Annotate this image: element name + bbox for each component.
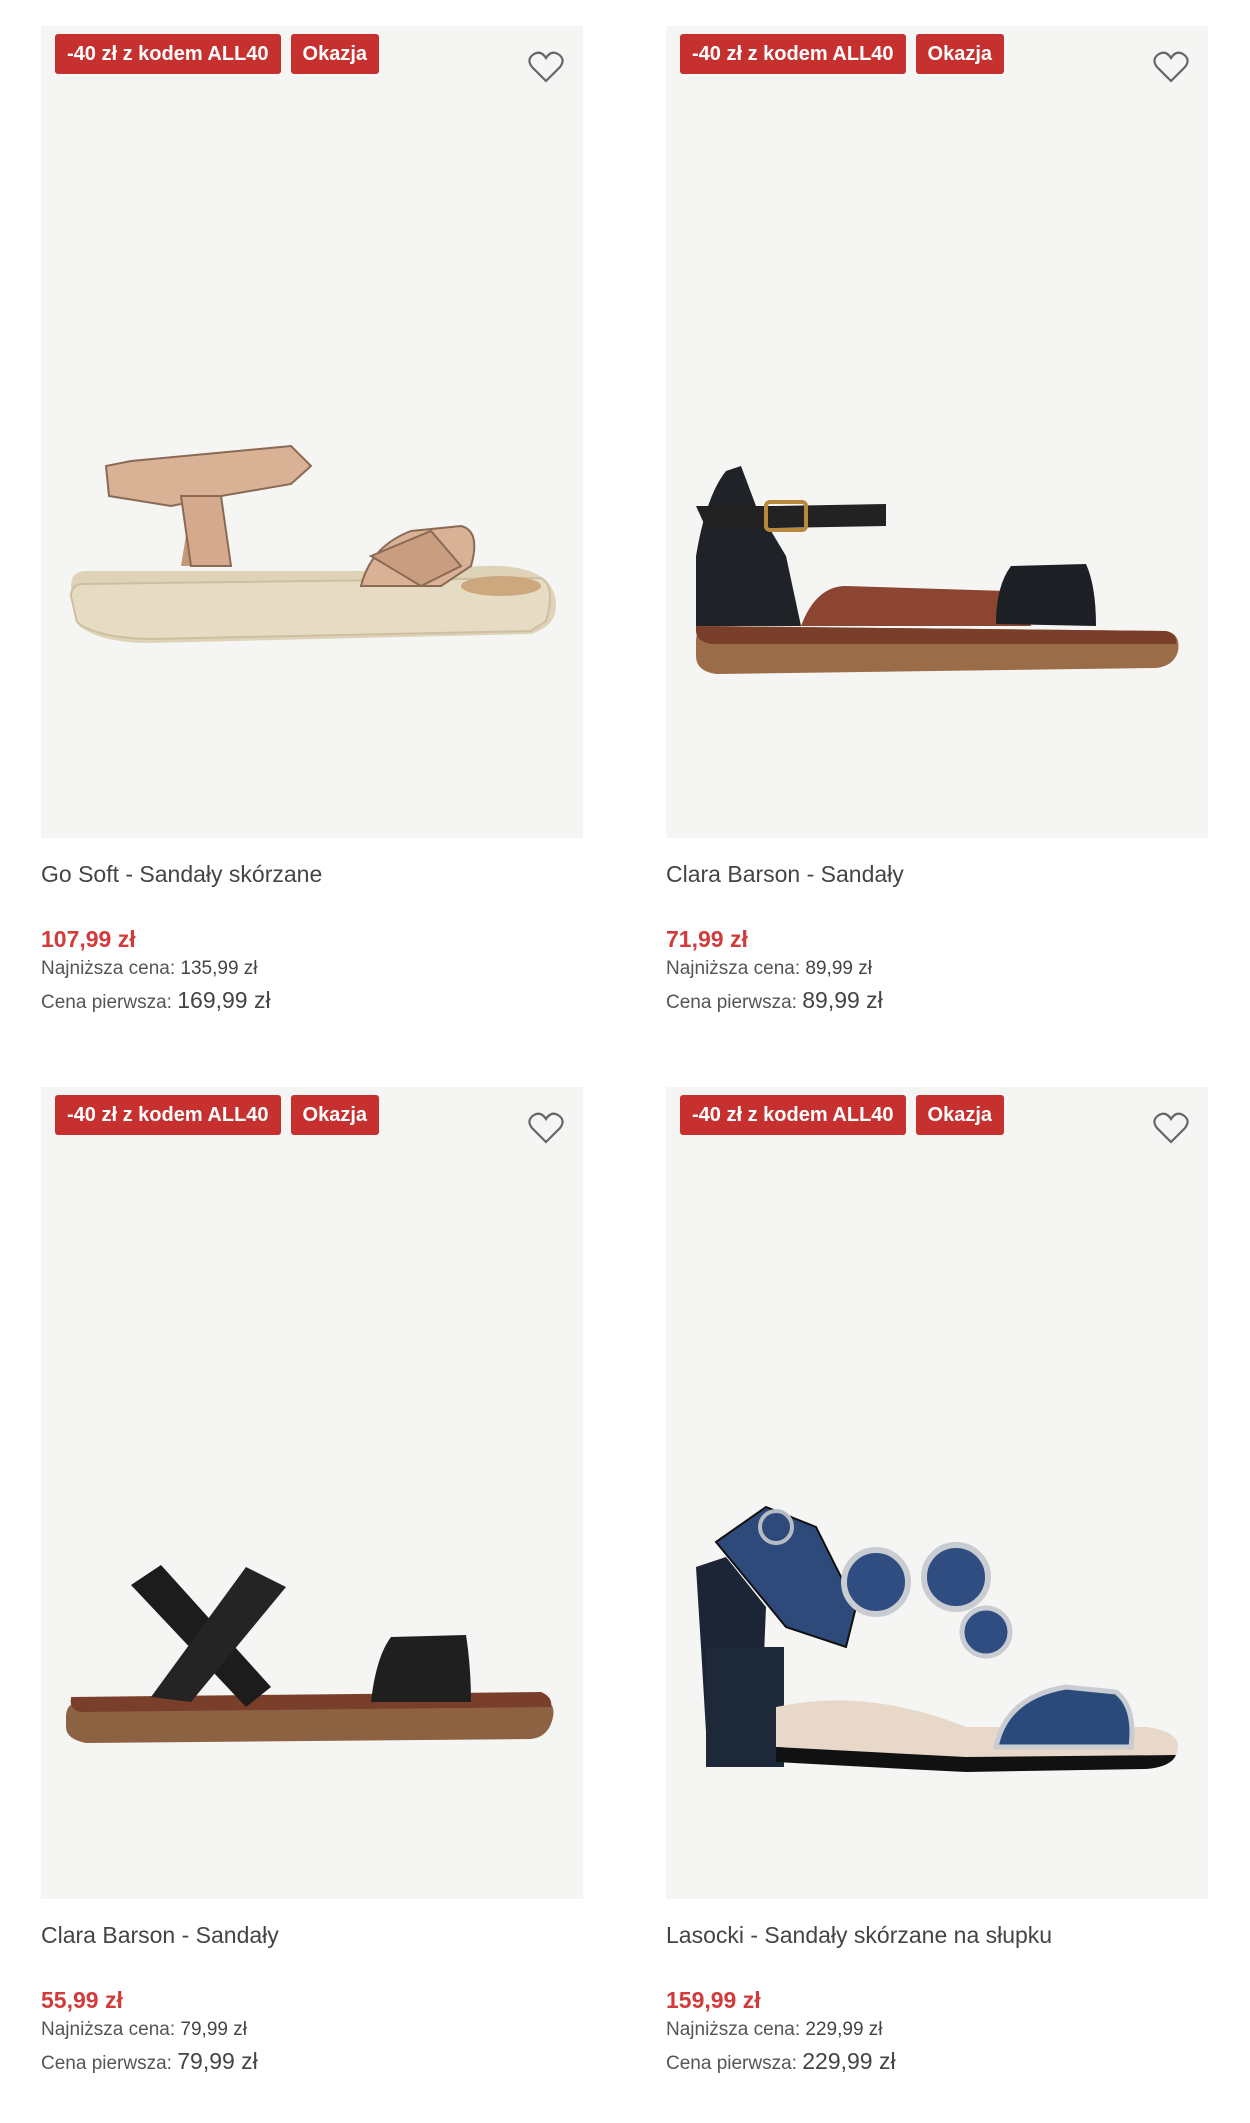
favorite-button[interactable] (1150, 46, 1192, 88)
first-price-row: Cena pierwsza: 79,99 zł (41, 2046, 583, 2077)
lowest-price-label: Najniższa cena: (41, 958, 176, 979)
lowest-price-label: Najniższa cena: (666, 958, 801, 979)
first-price-label: Cena pierwsza: (666, 2053, 797, 2074)
coupon-badge: -40 zł z kodem ALL40 (55, 34, 281, 74)
first-price-value: 79,99 zł (177, 2048, 258, 2074)
product-card[interactable]: -40 zł z kodem ALL40 Okazja Clara Barson… (41, 1087, 583, 2077)
heart-outline-icon (528, 1112, 564, 1144)
product-price: 55,99 zł (41, 1987, 123, 2013)
deal-badge: Okazja (290, 34, 380, 74)
coupon-badge: -40 zł z kodem ALL40 (55, 1095, 281, 1135)
product-price: 71,99 zł (666, 926, 748, 952)
product-name[interactable]: Go Soft - Sandały skórzane (41, 854, 583, 894)
product-image[interactable]: -40 zł z kodem ALL40 Okazja (41, 1087, 583, 1899)
first-price-label: Cena pierwsza: (41, 992, 172, 1013)
coupon-badge: -40 zł z kodem ALL40 (680, 34, 906, 74)
lowest-price-label: Najniższa cena: (666, 2019, 801, 2040)
lowest-price-row: Najniższa cena: 89,99 zł (666, 954, 1208, 985)
black-ankle-strap-sandal-image (696, 466, 1179, 674)
product-price: 107,99 zł (41, 926, 136, 952)
lowest-price-row: Najniższa cena: 229,99 zł (666, 2015, 1208, 2046)
deal-badge: Okazja (290, 1095, 380, 1135)
heart-outline-icon (1153, 1112, 1189, 1144)
deal-badge: Okazja (915, 34, 1005, 74)
product-image[interactable]: -40 zł z kodem ALL40 Okazja (666, 1087, 1208, 1899)
first-price-row: Cena pierwsza: 169,99 zł (41, 985, 583, 1016)
favorite-button[interactable] (525, 46, 567, 88)
deal-badge: Okazja (915, 1095, 1005, 1135)
heart-outline-icon (1153, 51, 1189, 83)
first-price-value: 89,99 zł (802, 987, 883, 1013)
first-price-value: 169,99 zł (177, 987, 271, 1013)
favorite-button[interactable] (525, 1107, 567, 1149)
first-price-row: Cena pierwsza: 229,99 zł (666, 2046, 1208, 2077)
promo-badges: -40 zł z kodem ALL40 Okazja (680, 1095, 1005, 1135)
promo-badges: -40 zł z kodem ALL40 Okazja (680, 34, 1005, 74)
coupon-badge: -40 zł z kodem ALL40 (680, 1095, 906, 1135)
product-price: 159,99 zł (666, 1987, 761, 2013)
heart-outline-icon (528, 51, 564, 83)
product-image[interactable]: -40 zł z kodem ALL40 Okazja (666, 26, 1208, 838)
promo-badges: -40 zł z kodem ALL40 Okazja (55, 34, 380, 74)
first-price-label: Cena pierwsza: (41, 2053, 172, 2074)
first-price-label: Cena pierwsza: (666, 992, 797, 1013)
lowest-price-value: 79,99 zł (180, 2019, 247, 2040)
promo-badges: -40 zł z kodem ALL40 Okazja (55, 1095, 380, 1135)
lowest-price-value: 89,99 zł (805, 958, 872, 979)
lowest-price-value: 229,99 zł (805, 2019, 883, 2040)
first-price-value: 229,99 zł (802, 2048, 896, 2074)
lowest-price-value: 135,99 zł (180, 958, 258, 979)
product-name[interactable]: Lasocki - Sandały skórzane na słupku (666, 1915, 1208, 1955)
beige-wedge-sandal-image (69, 444, 556, 643)
lowest-price-label: Najniższa cena: (41, 2019, 176, 2040)
favorite-button[interactable] (1150, 1107, 1192, 1149)
product-card[interactable]: -40 zł z kodem ALL40 Okazja Lasocki - Sa… (666, 1087, 1208, 2077)
black-elastic-sandal-image (66, 1565, 554, 1743)
product-name[interactable]: Clara Barson - Sandały (41, 1915, 583, 1955)
navy-block-heel-sandal-image (696, 1505, 1178, 1772)
product-grid: -40 zł z kodem ALL40 Okazja Go Soft - Sa… (0, 0, 1250, 2123)
product-card[interactable]: -40 zł z kodem ALL40 Okazja Clara Barson… (666, 26, 1208, 1016)
product-card[interactable]: -40 zł z kodem ALL40 Okazja Go Soft - Sa… (41, 26, 583, 1016)
first-price-row: Cena pierwsza: 89,99 zł (666, 985, 1208, 1016)
product-name[interactable]: Clara Barson - Sandały (666, 854, 1208, 894)
product-image[interactable]: -40 zł z kodem ALL40 Okazja (41, 26, 583, 838)
lowest-price-row: Najniższa cena: 79,99 zł (41, 2015, 583, 2046)
lowest-price-row: Najniższa cena: 135,99 zł (41, 954, 583, 985)
